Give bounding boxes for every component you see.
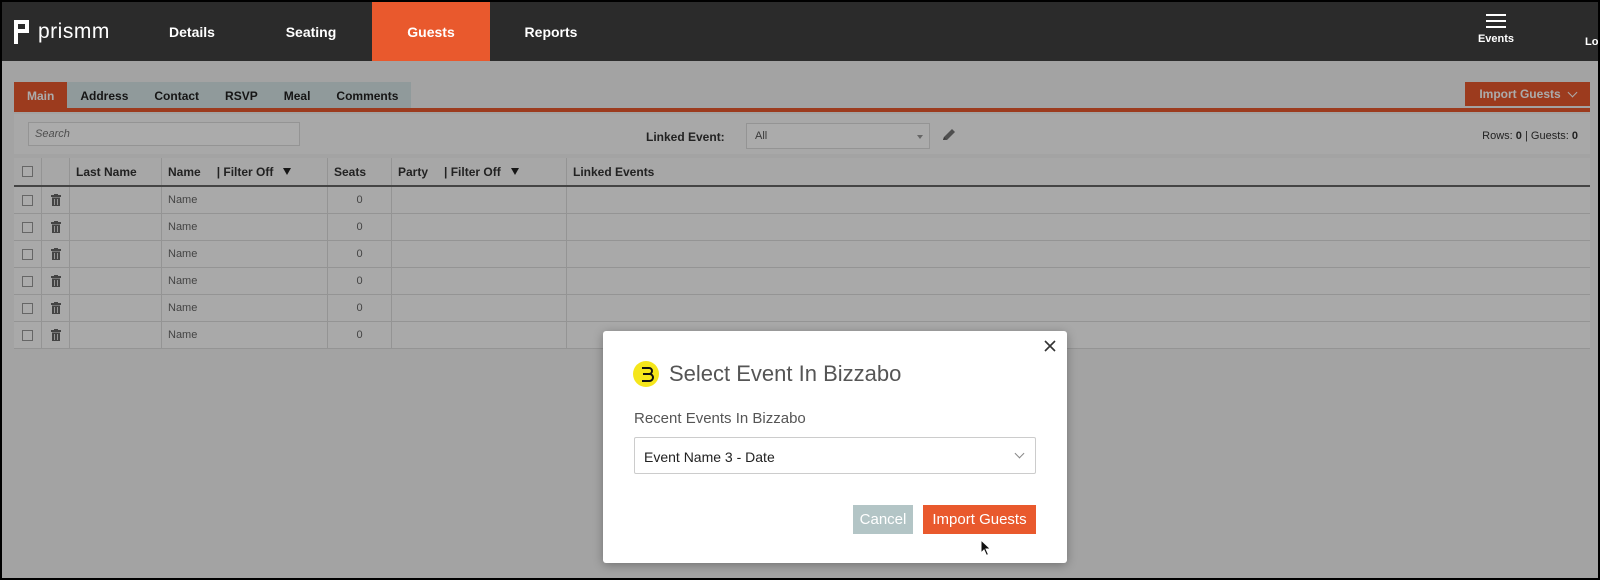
nav-tab-label: Details: [169, 23, 215, 40]
nav-tab-seating[interactable]: Seating: [252, 2, 370, 61]
logo-text: prismm: [38, 20, 110, 43]
prismm-logo[interactable]: prismm: [14, 18, 110, 46]
import-guests-button[interactable]: Import Guests: [923, 505, 1036, 534]
events-label: Events: [1477, 33, 1515, 45]
logout-button[interactable]: Lo: [1585, 36, 1598, 48]
nav-tab-label: Seating: [285, 23, 337, 40]
events-menu-button[interactable]: Events: [1464, 12, 1528, 56]
recent-events-label: Recent Events In Bizzabo: [634, 410, 806, 427]
app-window: prismm Details Seating Guests Reports Ev…: [2, 2, 1598, 578]
select-event-modal: Select Event In Bizzabo Recent Events In…: [603, 331, 1067, 563]
prismm-logo-icon: [14, 20, 30, 44]
nav-tab-label: Reports: [524, 23, 578, 40]
top-navigation-bar: prismm Details Seating Guests Reports Ev…: [2, 2, 1598, 61]
nav-tab-reports[interactable]: Reports: [492, 2, 610, 61]
modal-title: Select Event In Bizzabo: [633, 361, 901, 387]
modal-title-text: Select Event In Bizzabo: [669, 361, 902, 386]
logout-label: Lo: [1585, 36, 1598, 48]
nav-tab-label: Guests: [407, 23, 455, 40]
bizzabo-logo-icon: [633, 361, 659, 387]
hamburger-icon: [1486, 14, 1506, 28]
selected-event-value: Event Name 3 - Date: [644, 449, 775, 465]
cancel-button[interactable]: Cancel: [853, 505, 913, 534]
nav-tab-guests[interactable]: Guests: [372, 2, 490, 61]
chevron-down-icon: [1014, 448, 1025, 459]
mouse-cursor-icon: [980, 539, 992, 557]
close-icon[interactable]: [1043, 339, 1057, 353]
nav-tab-details[interactable]: Details: [133, 2, 251, 61]
recent-events-select[interactable]: Event Name 3 - Date: [634, 437, 1036, 474]
